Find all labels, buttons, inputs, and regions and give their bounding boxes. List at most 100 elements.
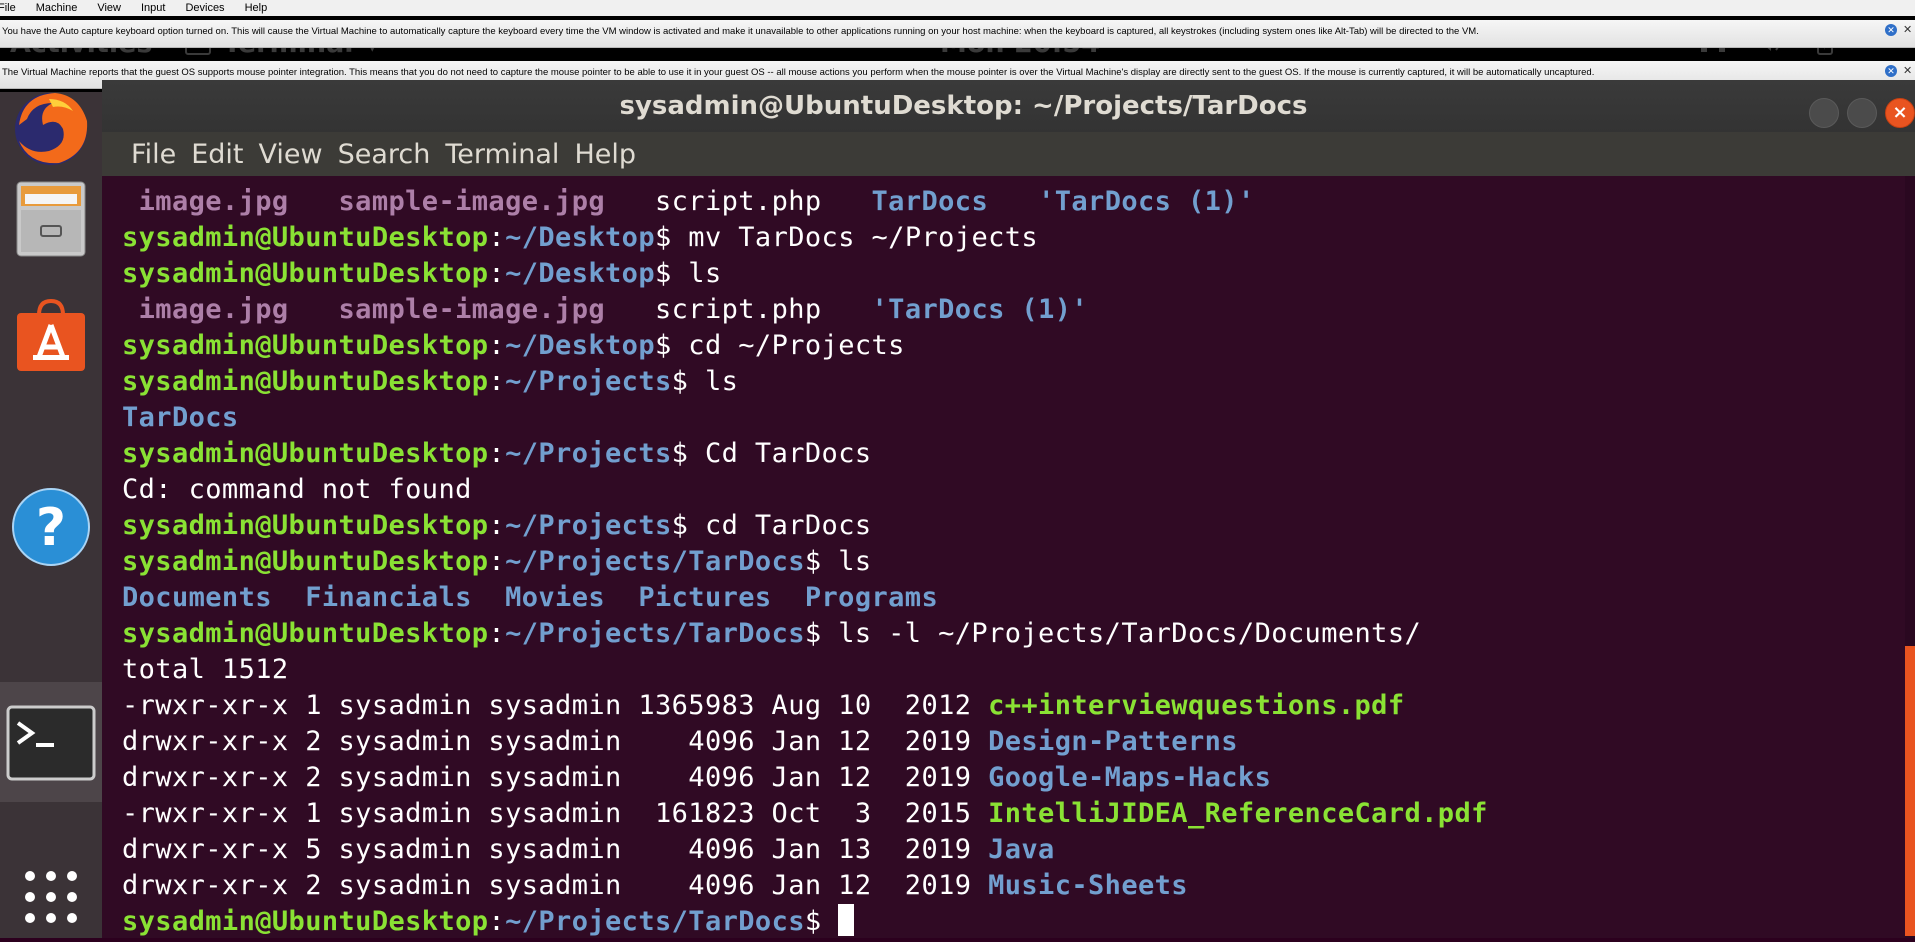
terminal-icon[interactable]: [6, 698, 96, 788]
terminal-line: Documents Financials Movies Pictures Pro…: [122, 580, 1488, 616]
close-button[interactable]: ×: [1885, 98, 1915, 128]
file-entry: 'TarDocs (1)': [1038, 186, 1255, 217]
file-entry: image.jpg: [138, 186, 289, 217]
help-icon[interactable]: ?: [6, 482, 96, 572]
prompt-separator: :: [488, 438, 506, 469]
vbox-menu-input[interactable]: Input: [131, 0, 175, 16]
prompt-path: ~/Desktop: [505, 330, 655, 361]
scrollbar[interactable]: [1905, 176, 1915, 938]
scrollbar-thumb[interactable]: [1905, 646, 1915, 936]
terminal-line: sysadmin@UbuntuDesktop:~/Projects$ cd Ta…: [122, 508, 1488, 544]
menu-terminal[interactable]: Terminal: [445, 139, 574, 170]
prompt-dollar: $: [804, 906, 839, 937]
prompt-dollar: $: [671, 438, 705, 469]
file-metadata: -rwxr-xr-x 1 sysadmin sysadmin 1365983 A…: [122, 690, 989, 721]
menu-search[interactable]: Search: [338, 139, 446, 170]
vbox-menu-machine[interactable]: Machine: [26, 0, 88, 16]
file-metadata: drwxr-xr-x 2 sysadmin sysadmin 4096 Jan …: [122, 762, 989, 793]
output-text: TarDocs: [122, 402, 239, 433]
file-entry: script.php: [655, 186, 822, 217]
prompt-path: ~/Projects/TarDocs: [505, 546, 805, 577]
terminal-line: Cd: command not found: [122, 472, 1488, 508]
file-entry: image.jpg: [138, 294, 289, 325]
vbox-menu-devices[interactable]: Devices: [175, 0, 234, 16]
terminal-line: sysadmin@UbuntuDesktop:~/Desktop$ mv Tar…: [122, 220, 1488, 256]
terminal-window: sysadmin@UbuntuDesktop: ~/Projects/TarDo…: [102, 68, 1915, 938]
window-titlebar[interactable]: sysadmin@UbuntuDesktop: ~/Projects/TarDo…: [102, 80, 1915, 132]
keyboard-notice-text: You have the Auto capture keyboard optio…: [2, 26, 1479, 37]
prompt-dollar: $: [804, 546, 839, 577]
terminal-line: sysadmin@UbuntuDesktop:~/Desktop$ cd ~/P…: [122, 328, 1488, 364]
terminal-line: TarDocs: [122, 400, 1488, 436]
vbox-menu-help[interactable]: Help: [235, 0, 278, 16]
file-metadata: drwxr-xr-x 2 sysadmin sysadmin 4096 Jan …: [122, 726, 989, 757]
file-entry: script.php: [655, 294, 822, 325]
file-metadata: -rwxr-xr-x 1 sysadmin sysadmin 161823 Oc…: [122, 798, 989, 829]
menu-help[interactable]: Help: [574, 139, 651, 170]
file-entry: sample-image.jpg: [338, 186, 606, 217]
terminal-line: sysadmin@UbuntuDesktop:~/Projects$ Cd Ta…: [122, 436, 1488, 472]
command-text: cd ~/Projects: [688, 330, 905, 361]
vbox-menu-view[interactable]: View: [87, 0, 131, 16]
terminal-line: total 1512: [122, 652, 1488, 688]
prompt-separator: :: [488, 366, 506, 397]
prompt-user-host: sysadmin@UbuntuDesktop: [122, 618, 489, 649]
output-text: total 1512: [122, 654, 289, 685]
menu-file[interactable]: File: [102, 139, 191, 170]
prompt-separator: :: [488, 618, 506, 649]
menu-edit[interactable]: Edit: [191, 139, 258, 170]
command-text: ls: [688, 258, 722, 289]
prompt-dollar: $: [671, 366, 705, 397]
file-entry: 'TarDocs (1)': [871, 294, 1089, 325]
command-text: ls: [838, 546, 872, 577]
terminal-line: drwxr-xr-x 2 sysadmin sysadmin 4096 Jan …: [122, 868, 1488, 904]
software-icon[interactable]: [6, 290, 96, 380]
notice-dismiss-icon[interactable]: ✕: [1885, 24, 1897, 36]
file-name: c++interviewquestions.pdf: [988, 690, 1405, 721]
prompt-dollar: $: [671, 510, 705, 541]
terminal-output[interactable]: image.jpg sample-image.jpg script.php Ta…: [102, 176, 1915, 938]
terminal-line: drwxr-xr-x 2 sysadmin sysadmin 4096 Jan …: [122, 760, 1488, 796]
files-icon[interactable]: [6, 172, 96, 262]
maximize-button[interactable]: [1847, 98, 1877, 128]
prompt-user-host: sysadmin@UbuntuDesktop: [122, 366, 489, 397]
app-grid-icon[interactable]: [6, 852, 96, 942]
firefox-icon[interactable]: [6, 82, 96, 172]
file-name: IntelliJIDEA_ReferenceCard.pdf: [988, 798, 1488, 829]
text-cursor: [838, 904, 855, 936]
prompt-user-host: sysadmin@UbuntuDesktop: [122, 438, 489, 469]
file-metadata: drwxr-xr-x 5 sysadmin sysadmin 4096 Jan …: [122, 834, 989, 865]
terminal-line: -rwxr-xr-x 1 sysadmin sysadmin 1365983 A…: [122, 688, 1488, 724]
prompt-path: ~/Projects: [505, 366, 672, 397]
terminal-lines: image.jpg sample-image.jpg script.php Ta…: [122, 184, 1488, 938]
notice-close-icon[interactable]: ✕: [1903, 24, 1912, 36]
terminal-line: sysadmin@UbuntuDesktop:~/Projects/TarDoc…: [122, 544, 1488, 580]
command-text: ls -l ~/Projects/TarDocs/Documents/: [838, 618, 1422, 649]
file-name: Design-Patterns: [988, 726, 1238, 757]
prompt-user-host: sysadmin@UbuntuDesktop: [122, 258, 489, 289]
output-text: Cd: command not found: [122, 474, 472, 505]
prompt-separator: :: [488, 330, 506, 361]
prompt-dollar: $: [804, 618, 839, 649]
menu-view[interactable]: View: [258, 139, 337, 170]
svg-text:?: ?: [36, 498, 66, 558]
terminal-line: image.jpg sample-image.jpg script.php 'T…: [122, 292, 1488, 328]
terminal-line: sysadmin@UbuntuDesktop:~/Desktop$ ls: [122, 256, 1488, 292]
minimize-button[interactable]: [1809, 98, 1839, 128]
prompt-dollar: $: [654, 222, 689, 253]
prompt-user-host: sysadmin@UbuntuDesktop: [122, 546, 489, 577]
prompt-path: ~/Desktop: [505, 222, 655, 253]
prompt-dollar: $: [654, 258, 689, 289]
keyboard-capture-notice: You have the Auto capture keyboard optio…: [0, 20, 1915, 48]
vbox-menu-file[interactable]: File: [0, 0, 26, 16]
prompt-path: ~/Projects: [505, 510, 672, 541]
prompt-separator: :: [488, 546, 506, 577]
prompt-user-host: sysadmin@UbuntuDesktop: [122, 510, 489, 541]
terminal-line: sysadmin@UbuntuDesktop:~/Projects/TarDoc…: [122, 904, 1488, 938]
terminal-line: drwxr-xr-x 5 sysadmin sysadmin 4096 Jan …: [122, 832, 1488, 868]
file-metadata: drwxr-xr-x 2 sysadmin sysadmin 4096 Jan …: [122, 870, 989, 901]
output-text: Documents Financials Movies Pictures Pro…: [122, 582, 939, 613]
terminal-line: image.jpg sample-image.jpg script.php Ta…: [122, 184, 1488, 220]
file-name: Music-Sheets: [988, 870, 1188, 901]
file-name: Google-Maps-Hacks: [988, 762, 1272, 793]
